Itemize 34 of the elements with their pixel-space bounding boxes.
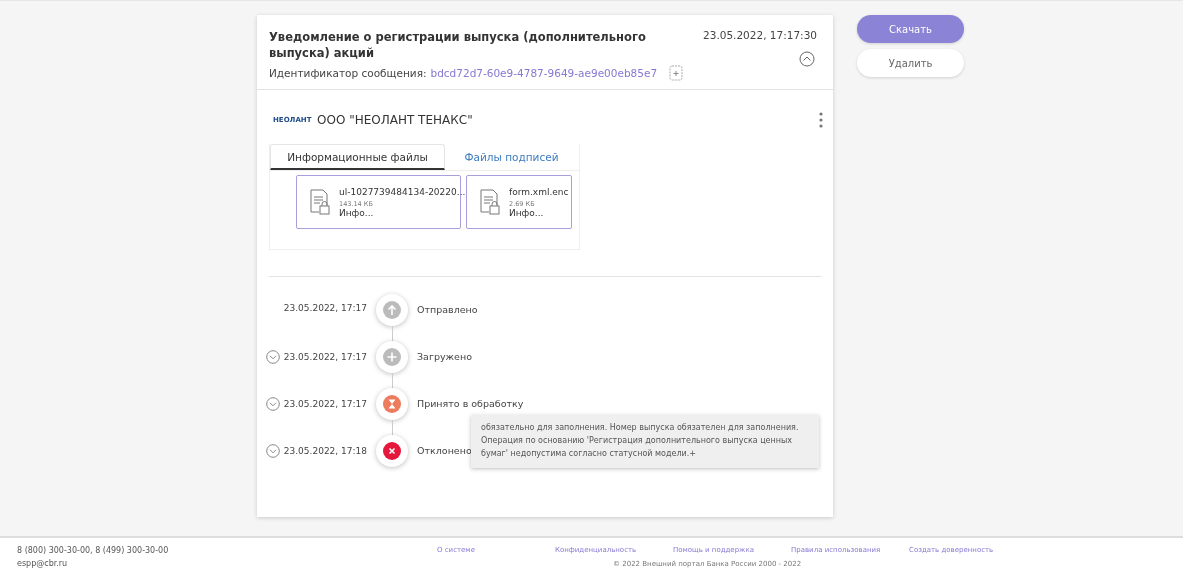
status-datetime: 23.05.2022, 17:17 [283, 303, 367, 313]
expand-icon[interactable] [265, 444, 280, 458]
message-id-label: Идентификатор сообщения: [269, 67, 427, 79]
file-type: Инфо... [339, 207, 375, 218]
status-datetime: 23.05.2022, 17:17 [283, 352, 367, 362]
status-label: Отклонено [417, 445, 472, 456]
error-icon [383, 442, 401, 460]
file-tab[interactable]: Информационные файлы [270, 144, 445, 170]
contact-email: espp@cbr.ru [17, 559, 69, 568]
expand-icon[interactable] [265, 350, 280, 364]
message-id-link[interactable]: bdcd72d7-60e9-4787-9649-ae9e00eb85e7 [430, 67, 658, 79]
locked-document-icon [309, 189, 331, 215]
copy-icon[interactable] [669, 65, 684, 81]
contact-phones: 8 (800) 300-30-00, 8 (499) 300-30-00 [17, 546, 170, 555]
download-button[interactable]: Скачать [857, 15, 964, 43]
file-name: form.xml.enc [509, 186, 569, 197]
locked-document-icon [479, 189, 501, 215]
plus-icon [383, 348, 401, 366]
error-tooltip: обязательно для заполнения. Номер выпуска обязателен для заполнения. Операция по основанию 'Регистрация дополнительного выпуска ценных бумаг' недопустима согласно статусной модели.+ [471, 415, 819, 468]
hourglass-icon [383, 395, 401, 413]
notification-title: Уведомление о регистрации выпуска (дополнительного выпуска) акций [269, 29, 647, 61]
status-datetime: 23.05.2022, 17:18 [283, 446, 367, 456]
notification-datetime: 23.05.2022, 17:17:30 [703, 29, 817, 41]
collapse-icon[interactable] [799, 51, 815, 67]
file-type: Инфо... [509, 207, 545, 218]
more-options-icon[interactable] [819, 112, 823, 128]
delete-button[interactable]: Удалить [857, 49, 964, 77]
status-label: Принято в обработку [417, 398, 524, 409]
organization-name: ООО "НЕОЛАНТ ТЕНАКС" [317, 113, 474, 127]
status-label: Загружено [417, 351, 472, 362]
expand-icon[interactable] [265, 397, 280, 411]
arrow-up-icon [383, 301, 401, 319]
status-label: Отправлено [417, 304, 478, 315]
status-datetime: 23.05.2022, 17:17 [283, 399, 367, 409]
